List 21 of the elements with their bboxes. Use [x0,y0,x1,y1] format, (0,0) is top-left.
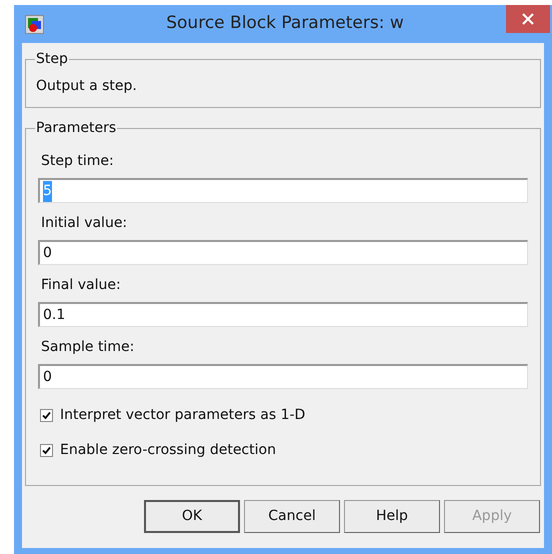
field-label: Sample time: [40,338,136,357]
field-label: Final value: [40,276,122,295]
close-icon [522,13,534,25]
input-field[interactable]: 0.1 [38,302,528,327]
field-label: Initial value: [40,214,128,233]
checkbox[interactable] [40,409,53,422]
checkbox-label: Interpret vector parameters as 1-D [60,406,306,425]
description-text: Output a step. [36,77,138,96]
input-field[interactable]: 0 [38,240,528,265]
dialog-button[interactable]: Cancel [244,500,340,533]
checkbox[interactable] [40,444,53,457]
input-field[interactable]: 0 [38,364,528,389]
app-icon [25,14,44,34]
close-button[interactable] [506,5,550,33]
field-label: Step time: [40,152,115,171]
checkbox-label: Enable zero-crossing detection [60,441,276,460]
dialog-button[interactable]: Help [344,500,440,533]
group-title: Step [35,50,69,69]
group-title: Parameters [35,119,118,138]
dialog-button[interactable]: OK [144,500,240,533]
window-title: Source Block Parameters: w [166,12,404,36]
